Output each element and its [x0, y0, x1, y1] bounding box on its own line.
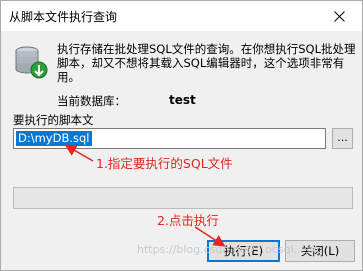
- current-db-value: test: [169, 93, 196, 107]
- current-db-label: 当前数据库：: [57, 94, 126, 108]
- execute-script-dialog: 从脚本文件执行查询 执行存储在批处理SQL文件的查询。在你想执行SQL批处理脚本…: [0, 0, 363, 271]
- script-file-label: 要执行的脚本文: [13, 113, 94, 127]
- window-title: 从脚本文件执行查询: [9, 10, 118, 24]
- window-close-button[interactable]: [316, 1, 362, 31]
- annotation-step-1: 1.指定要执行的SQL文件: [96, 156, 233, 171]
- script-path-input[interactable]: D:\myDB.sql: [13, 128, 326, 149]
- database-run-icon: [13, 43, 49, 79]
- close-icon: [333, 10, 345, 22]
- script-path-value: D:\myDB.sql: [16, 131, 92, 146]
- execution-progress-bar: [13, 187, 353, 209]
- watermark: https://blog.csdn.net/...ocsql...sxc: [137, 243, 323, 256]
- annotation-step-2: 2.点击执行: [157, 213, 219, 228]
- browse-button[interactable]: ...: [332, 128, 353, 149]
- dialog-description: 执行存储在批处理SQL文件的查询。在你想执行SQL批处理脚本，却又不想将其载入S…: [57, 42, 356, 84]
- title-bar: 从脚本文件执行查询: [1, 1, 362, 31]
